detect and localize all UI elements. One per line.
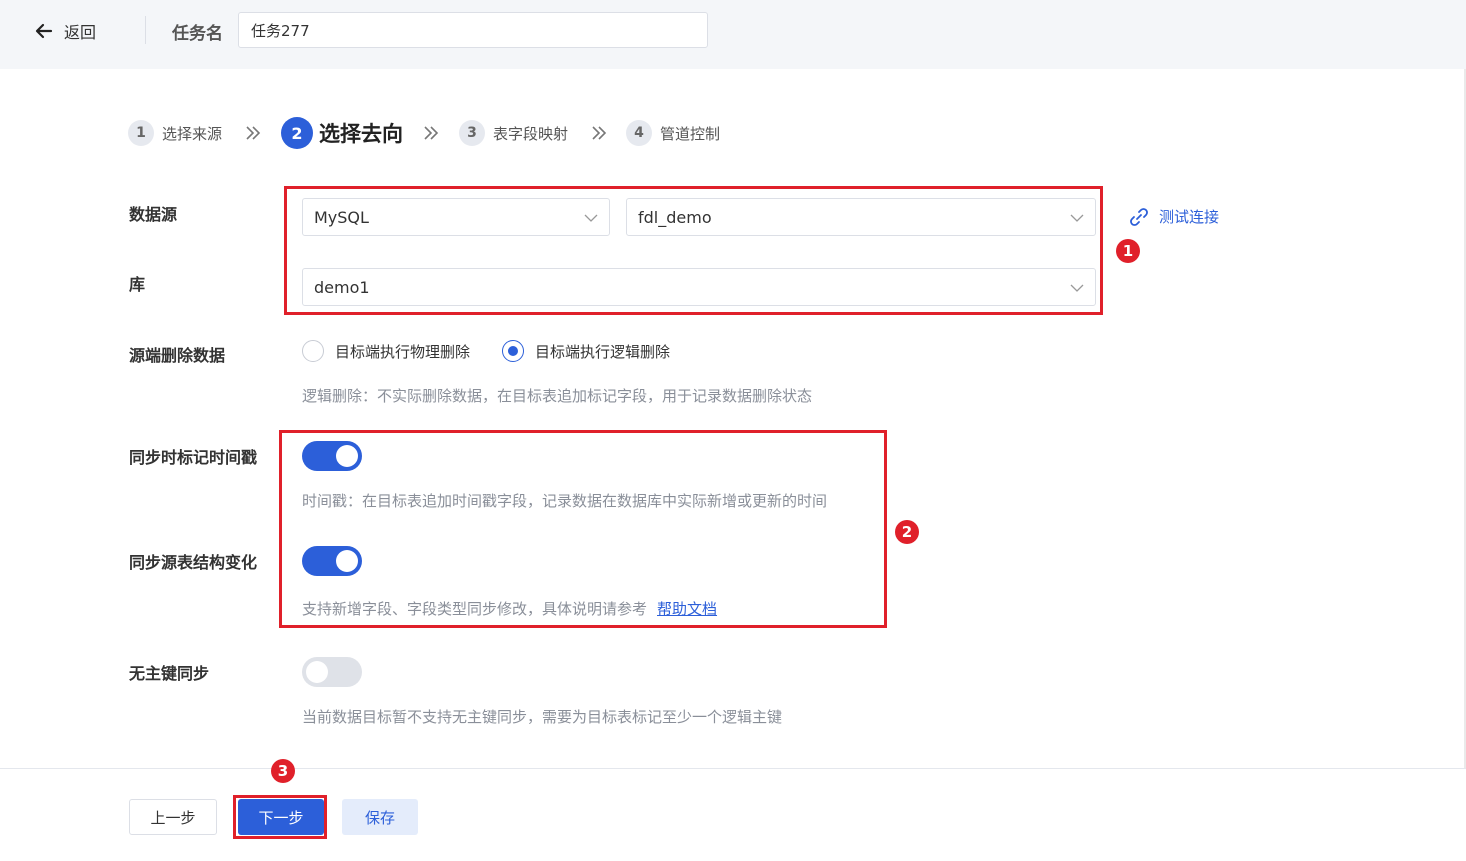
radio-button-selected[interactable] — [502, 340, 524, 362]
task-name-input[interactable] — [238, 12, 708, 48]
previous-step-button[interactable]: 上一步 — [129, 799, 217, 835]
step-label: 选择去向 — [319, 122, 403, 146]
chevron-down-icon — [1070, 284, 1084, 292]
step-1[interactable]: 1 选择来源 — [128, 116, 222, 150]
database-label: 库 — [129, 275, 146, 294]
step-2[interactable]: 2 选择去向 — [281, 116, 403, 150]
link-icon — [1130, 207, 1148, 226]
schema-change-toggle[interactable] — [302, 546, 362, 576]
step-4[interactable]: 4 管道控制 — [626, 116, 720, 150]
annotation-badge-2: 2 — [895, 520, 919, 544]
double-chevron-right-icon — [246, 126, 261, 140]
radio-label: 目标端执行逻辑删除 — [535, 342, 671, 361]
footer-divider — [0, 768, 1466, 769]
radio-button[interactable] — [302, 340, 324, 362]
task-name-label: 任务名 — [172, 24, 223, 44]
no-pk-sync-label: 无主键同步 — [129, 664, 210, 683]
no-pk-hint: 当前数据目标暂不支持无主键同步，需要为目标表标记至少一个逻辑主键 — [302, 708, 783, 726]
radio-label: 目标端执行物理删除 — [335, 342, 471, 361]
header-divider — [145, 16, 146, 44]
help-doc-link[interactable]: 帮助文档 — [657, 600, 717, 618]
timestamp-hint: 时间戳：在目标表追加时间戳字段，记录数据在数据库中实际新增或更新的时间 — [302, 492, 828, 510]
top-bar: 返回 任务名 — [0, 0, 1466, 69]
radio-logical-delete[interactable]: 目标端执行逻辑删除 — [502, 340, 670, 362]
step-number: 1 — [128, 120, 154, 146]
no-pk-sync-toggle[interactable] — [302, 657, 362, 687]
datasource-type-select[interactable]: MySQL — [302, 198, 610, 236]
arrow-left-icon — [35, 23, 53, 39]
back-label: 返回 — [64, 23, 97, 42]
test-connection-label: 测试连接 — [1159, 208, 1220, 226]
chevron-down-icon — [1070, 214, 1084, 222]
step-label: 管道控制 — [660, 124, 721, 143]
database-select[interactable]: demo1 — [302, 268, 1096, 306]
select-value: demo1 — [314, 277, 370, 297]
annotation-badge-1: 1 — [1116, 239, 1140, 263]
step-number: 3 — [459, 120, 485, 146]
double-chevron-right-icon — [424, 126, 439, 140]
back-button[interactable]: 返回 — [34, 18, 96, 44]
source-delete-label: 源端删除数据 — [129, 346, 226, 365]
annotation-badge-3: 3 — [271, 759, 295, 783]
select-value: MySQL — [314, 207, 369, 227]
select-value: fdl_demo — [638, 207, 712, 227]
schema-hint: 支持新增字段、字段类型同步修改，具体说明请参考 帮助文档 — [302, 598, 717, 619]
timestamp-toggle[interactable] — [302, 441, 362, 471]
radio-physical-delete[interactable]: 目标端执行物理删除 — [302, 340, 470, 362]
step-3[interactable]: 3 表字段映射 — [459, 116, 568, 150]
step-label: 选择来源 — [162, 124, 223, 143]
double-chevron-right-icon — [592, 126, 607, 140]
schema-hint-text: 支持新增字段、字段类型同步修改，具体说明请参考 — [302, 600, 648, 618]
next-step-button[interactable]: 下一步 — [238, 799, 324, 835]
step-number: 4 — [626, 120, 652, 146]
step-number: 2 — [281, 117, 313, 149]
timestamp-label: 同步时标记时间戳 — [129, 448, 258, 467]
schema-change-label: 同步源表结构变化 — [129, 553, 258, 572]
datasource-label: 数据源 — [129, 205, 178, 224]
test-connection-link[interactable]: 测试连接 — [1129, 206, 1219, 227]
save-button[interactable]: 保存 — [342, 799, 418, 835]
delete-hint: 逻辑删除：不实际删除数据，在目标表追加标记字段，用于记录数据删除状态 — [302, 387, 813, 405]
datasource-connection-select[interactable]: fdl_demo — [626, 198, 1096, 236]
step-label: 表字段映射 — [493, 124, 569, 143]
chevron-down-icon — [584, 214, 598, 222]
